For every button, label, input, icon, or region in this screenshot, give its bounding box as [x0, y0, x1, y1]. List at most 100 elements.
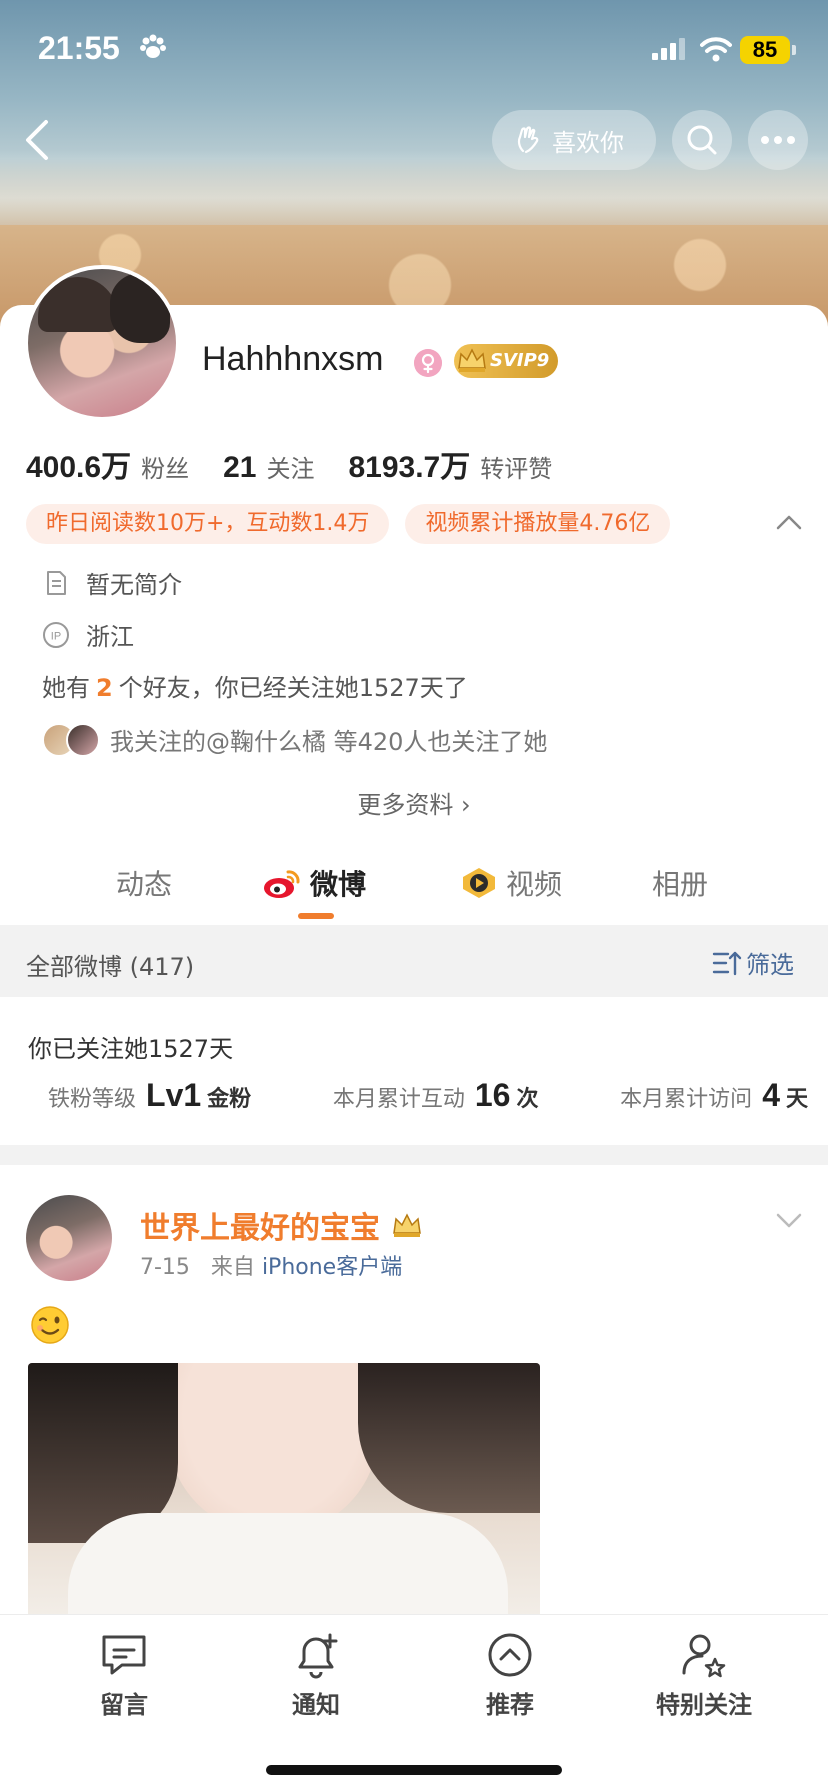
svip-badge[interactable]: SVIP9 — [454, 344, 558, 378]
message-icon — [102, 1635, 146, 1675]
video-channel-icon — [463, 868, 495, 898]
engagement-label: 转评赞 — [480, 455, 553, 483]
profile-avatar[interactable] — [24, 265, 180, 421]
tab-activity-label: 动态 — [116, 868, 173, 901]
monthly-visits-item: 本月累计访问 4 天 — [620, 1077, 808, 1114]
tab-weibo[interactable]: 微博 — [262, 863, 366, 903]
special-follow-label: 特别关注 — [656, 1691, 752, 1719]
message-label: 留言 — [100, 1691, 148, 1719]
bio-row: 暂无简介 — [42, 565, 182, 600]
post-source[interactable]: iPhone客户端 — [262, 1255, 402, 1280]
weibo-filter-bar: 全部微博 (417) 筛选 — [0, 925, 828, 997]
battery-level: 85 — [740, 36, 790, 64]
user-star-icon — [682, 1634, 726, 1678]
tab-weibo-label: 微博 — [310, 868, 367, 901]
section-divider — [0, 1145, 828, 1165]
post-author-row[interactable]: 世界上最好的宝宝 — [140, 1203, 424, 1247]
post-source-prefix: 来自 — [210, 1255, 255, 1280]
video-plays-pill[interactable]: 视频累计播放量4.76亿 — [405, 504, 671, 544]
monthly-visits-key: 本月累计访问 — [620, 1087, 753, 1112]
search-button[interactable] — [672, 110, 732, 170]
weibo-post[interactable]: 世界上最好的宝宝 7-15 来自 iPhone客户端 — [0, 1165, 828, 1623]
friends-summary[interactable]: 她有 2 个好友，你已经关注她1527天了 — [42, 668, 468, 703]
cellular-signal-icon — [652, 38, 685, 60]
monthly-interactions-key: 本月累计互动 — [332, 1087, 465, 1112]
hand-heart-icon — [517, 126, 539, 154]
active-tab-indicator — [298, 913, 334, 919]
following-stat[interactable]: 21 关注 — [223, 449, 314, 485]
fan-stats-card[interactable]: 你已关注她1527天 铁粉等级 Lv1 金粉 本月累计互动 16 次 本月累计访… — [0, 997, 828, 1145]
tab-activity[interactable]: 动态 — [116, 863, 172, 903]
tab-album-label: 相册 — [652, 868, 709, 901]
wink-emoji-icon — [31, 1306, 69, 1344]
back-arrow-icon[interactable] — [22, 118, 52, 162]
more-dots-icon — [761, 136, 795, 144]
mutual-avatar — [66, 722, 100, 757]
following-count: 21 — [223, 451, 257, 484]
svg-text:IP: IP — [51, 630, 61, 642]
tab-album[interactable]: 相册 — [652, 863, 708, 903]
female-gender-icon — [414, 349, 442, 377]
paw-icon — [140, 34, 166, 58]
engagement-count: 8193.7万 — [348, 451, 471, 484]
fan-level-value: Lv1 — [146, 1077, 202, 1113]
home-indicator[interactable] — [266, 1765, 562, 1775]
ip-icon: IP — [43, 621, 69, 648]
message-button[interactable]: 留言 — [64, 1629, 184, 1720]
monthly-visits-value: 4 — [762, 1077, 780, 1113]
friends-count: 2 — [96, 674, 113, 702]
followers-stat[interactable]: 400.6万 粉丝 — [26, 442, 189, 486]
notification-button[interactable]: 通知 — [256, 1629, 376, 1720]
followers-label: 粉丝 — [141, 455, 190, 483]
photo-detail — [358, 1363, 540, 1513]
post-photo[interactable] — [28, 1363, 540, 1623]
chevron-up-icon[interactable] — [776, 514, 802, 530]
like-you-button[interactable]: 喜欢你 — [492, 110, 656, 170]
status-bar: 21:55 85 — [0, 0, 828, 98]
tab-video-label: 视频 — [506, 868, 563, 901]
monthly-interactions-unit: 次 — [516, 1087, 539, 1112]
monthly-visits-unit: 天 — [785, 1087, 808, 1112]
post-date: 7-15 — [140, 1255, 190, 1280]
monthly-interactions-item: 本月累计互动 16 次 — [333, 1077, 539, 1114]
recommend-button[interactable]: 推荐 — [450, 1629, 570, 1720]
fan-level-unit: 金粉 — [207, 1087, 252, 1112]
reads-pill[interactable]: 昨日阅读数10万+，互动数1.4万 — [26, 504, 390, 544]
avatar-detail — [110, 273, 170, 343]
chevron-down-icon[interactable] — [776, 1213, 802, 1229]
post-author-name: 世界上最好的宝宝 — [140, 1211, 380, 1246]
profile-tabs: 动态 微博 视频 相册 — [0, 855, 828, 925]
fan-level-item: 铁粉等级 Lv1 金粉 — [48, 1077, 251, 1114]
mutual-followers-row[interactable]: 我关注的@鞠什么橘 等420人也关注了她 — [42, 722, 547, 757]
wifi-icon — [700, 37, 732, 62]
document-icon — [47, 570, 66, 595]
profile-stats: 400.6万 粉丝 21 关注 8193.7万 转评赞 — [26, 442, 586, 486]
bell-plus-icon — [298, 1633, 338, 1679]
photo-detail — [68, 1513, 508, 1623]
like-you-label: 喜欢你 — [552, 128, 624, 157]
more-info-link[interactable]: 更多资料 › — [0, 785, 828, 820]
follow-duration-text: 你已关注她1527天 — [28, 1035, 234, 1063]
ip-location-text: 浙江 — [86, 623, 134, 651]
all-weibo-count: 全部微博 (417) — [26, 953, 195, 981]
svip-label: SVIP9 — [490, 350, 550, 371]
weibo-logo-icon — [264, 870, 300, 898]
more-options-button[interactable] — [748, 110, 808, 170]
battery-tip — [792, 45, 796, 55]
notification-label: 通知 — [292, 1691, 340, 1719]
crown-icon — [458, 348, 486, 372]
engagement-stat[interactable]: 8193.7万 转评赞 — [348, 442, 552, 486]
special-follow-button[interactable]: 特别关注 — [642, 1629, 766, 1720]
recommend-label: 推荐 — [486, 1691, 534, 1719]
filter-button[interactable]: 筛选 — [712, 945, 794, 980]
filter-icon — [712, 951, 742, 975]
fan-stats-row: 铁粉等级 Lv1 金粉 本月累计互动 16 次 本月累计访问 4 天 — [48, 1077, 808, 1114]
search-icon — [687, 125, 717, 155]
followers-count: 400.6万 — [26, 451, 132, 484]
friends-suffix: 个好友，你已经关注她1527天了 — [118, 674, 468, 702]
avatar-detail — [38, 277, 118, 332]
tab-video[interactable]: 视频 — [460, 863, 562, 903]
username: Hahhhnxsm — [202, 340, 384, 378]
filter-label: 筛选 — [746, 951, 794, 979]
post-author-avatar[interactable] — [26, 1195, 112, 1281]
